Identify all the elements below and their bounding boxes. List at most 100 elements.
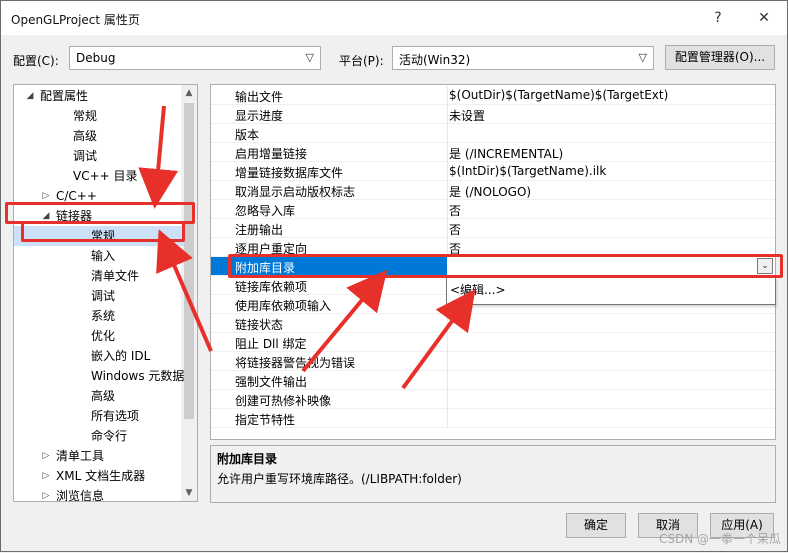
- help-icon[interactable]: ?: [705, 7, 731, 29]
- config-value: Debug: [76, 51, 116, 65]
- tree-item[interactable]: 系统: [14, 306, 184, 326]
- property-value: 是 (/NOLOGO): [449, 185, 532, 199]
- property-name: 链接状态: [235, 318, 284, 332]
- column-divider: [447, 352, 448, 371]
- config-manager-button[interactable]: 配置管理器(O)...: [665, 45, 775, 70]
- column-divider: [447, 219, 448, 238]
- property-name: 创建可热修补映像: [235, 394, 332, 408]
- tree-item[interactable]: 调试: [14, 146, 184, 166]
- tree-item-label: 浏览信息: [56, 489, 105, 502]
- property-name: 注册输出: [235, 223, 284, 237]
- edit-option[interactable]: <编辑...>: [450, 281, 506, 298]
- property-row[interactable]: 将链接器警告视为错误: [211, 352, 775, 371]
- tree-item-label: 系统: [91, 309, 116, 323]
- ok-button[interactable]: 确定: [566, 513, 626, 538]
- property-row[interactable]: 创建可热修补映像: [211, 390, 775, 409]
- annotation-box-libdir: [228, 254, 783, 278]
- tree-item[interactable]: ▷ 清单工具: [14, 446, 184, 466]
- close-icon[interactable]: ✕: [751, 7, 777, 29]
- property-value: 未设置: [449, 109, 486, 123]
- tree-item[interactable]: 高级: [14, 386, 184, 406]
- tree-item[interactable]: 所有选项: [14, 406, 184, 426]
- property-name: 强制文件输出: [235, 375, 308, 389]
- scrollbar-thumb[interactable]: [184, 103, 194, 419]
- property-name: 输出文件: [235, 90, 284, 104]
- column-divider: [447, 314, 448, 333]
- property-name: 增量链接数据库文件: [235, 166, 344, 180]
- property-row[interactable]: 启用增量链接 是 (/INCREMENTAL): [211, 143, 775, 162]
- window-title: OpenGLProject 属性页: [11, 13, 140, 27]
- property-name: 启用增量链接: [235, 147, 308, 161]
- tree-item[interactable]: 清单文件: [14, 266, 184, 286]
- tree-item-label: 清单文件: [91, 269, 140, 283]
- title-bar: OpenGLProject 属性页 ? ✕: [1, 1, 787, 35]
- tree-item[interactable]: VC++ 目录: [14, 166, 184, 186]
- column-divider: [447, 105, 448, 124]
- tree-item[interactable]: 优化: [14, 326, 184, 346]
- tree-item[interactable]: ▷ XML 文档生成器: [14, 466, 184, 486]
- property-name: 取消显示启动版权标志: [235, 185, 356, 199]
- chevron-down-icon: ▽: [638, 51, 647, 64]
- property-row[interactable]: 阻止 Dll 绑定: [211, 333, 775, 352]
- dropdown-list: <编辑...>: [446, 277, 776, 305]
- annotation-box-general: [21, 221, 185, 242]
- column-divider: [447, 200, 448, 219]
- property-name: 使用库依赖项输入: [235, 299, 332, 313]
- expand-icon[interactable]: ▷: [40, 486, 52, 501]
- tree-item[interactable]: 高级: [14, 126, 184, 146]
- property-name: 版本: [235, 128, 260, 142]
- column-divider: [447, 409, 448, 428]
- tree-item[interactable]: ◢ 配置属性: [14, 86, 184, 106]
- expand-icon[interactable]: ▷: [40, 466, 52, 486]
- tree-item[interactable]: 输入: [14, 246, 184, 266]
- column-divider: [447, 162, 448, 181]
- tree-item-label: 输入: [91, 249, 116, 263]
- column-divider: [447, 181, 448, 200]
- column-divider: [447, 86, 448, 105]
- property-value: 是 (/INCREMENTAL): [449, 147, 564, 161]
- tree-item[interactable]: Windows 元数据: [14, 366, 184, 386]
- property-row[interactable]: 注册输出 否: [211, 219, 775, 238]
- expand-icon[interactable]: ▷: [40, 446, 52, 466]
- property-row[interactable]: 版本: [211, 124, 775, 143]
- tree-item[interactable]: 嵌入的 IDL: [14, 346, 184, 366]
- property-row[interactable]: 忽略导入库 否: [211, 200, 775, 219]
- tree-item-label: Windows 元数据: [91, 369, 185, 383]
- tree-item-label: XML 文档生成器: [56, 469, 146, 483]
- description-panel: 附加库目录 允许用户重写环境库路径。(/LIBPATH:folder): [210, 445, 776, 503]
- property-row[interactable]: 链接状态: [211, 314, 775, 333]
- property-name: 链接库依赖项: [235, 280, 308, 294]
- property-name: 显示进度: [235, 109, 284, 123]
- config-label: 配置(C):: [13, 54, 59, 68]
- tree-item[interactable]: 调试: [14, 286, 184, 306]
- platform-select[interactable]: 活动(Win32) ▽: [392, 46, 654, 70]
- tree-item[interactable]: ▷ 浏览信息: [14, 486, 184, 502]
- property-name: 忽略导入库: [235, 204, 296, 218]
- tree-item-label: 优化: [91, 329, 116, 343]
- description-title: 附加库目录: [217, 452, 278, 466]
- property-tree: ▲ ▼ ◢ 配置属性 常规 高级 调试 VC++ 目录 ▷ C/C++ ◢ 链接器 常规 输入 清单文件…: [13, 84, 198, 502]
- tree-item[interactable]: 常规: [14, 106, 184, 126]
- tree-item-label: 命令行: [91, 429, 128, 443]
- column-divider: [447, 143, 448, 162]
- tree-item-label: 嵌入的 IDL: [91, 349, 151, 363]
- property-row[interactable]: 输出文件 $(OutDir)$(TargetName)$(TargetExt): [211, 86, 775, 105]
- chevron-down-icon: ▽: [305, 51, 314, 64]
- platform-label: 平台(P):: [339, 54, 384, 68]
- tree-item-label: 高级: [91, 389, 116, 403]
- column-divider: [447, 124, 448, 143]
- property-row[interactable]: 显示进度 未设置: [211, 105, 775, 124]
- watermark: CSDN @一拳一个呆瓜: [658, 532, 781, 546]
- property-row[interactable]: 指定节特性: [211, 409, 775, 428]
- property-row[interactable]: 取消显示启动版权标志 是 (/NOLOGO): [211, 181, 775, 200]
- property-value: 否: [449, 223, 462, 237]
- property-row[interactable]: 增量链接数据库文件 $(IntDir)$(TargetName).ilk: [211, 162, 775, 181]
- tree-item-label: 调试: [73, 149, 98, 163]
- property-value: 否: [449, 204, 462, 218]
- tree-item[interactable]: 命令行: [14, 426, 184, 446]
- config-select[interactable]: Debug ▽: [69, 46, 321, 70]
- collapse-icon[interactable]: ◢: [24, 86, 36, 106]
- platform-value: 活动(Win32): [399, 53, 471, 67]
- property-row[interactable]: 强制文件输出: [211, 371, 775, 390]
- column-divider: [447, 371, 448, 390]
